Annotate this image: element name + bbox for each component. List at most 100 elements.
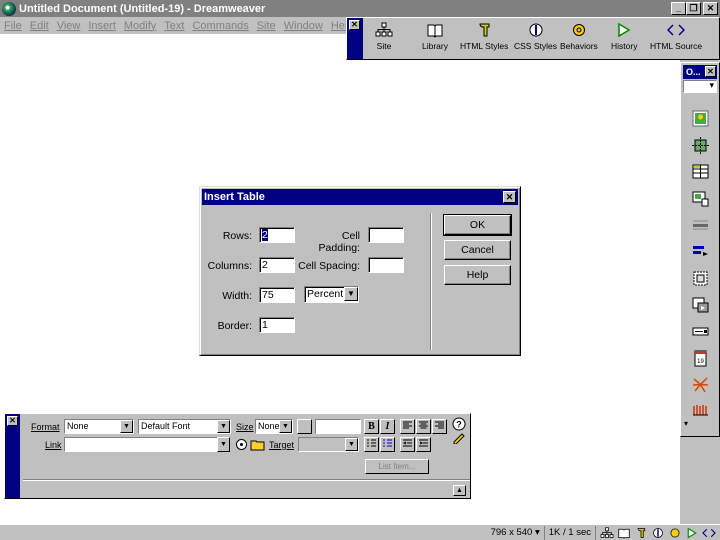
menu-commands[interactable]: Commands [188,20,252,32]
border-value: 1 [262,319,268,331]
launcher-library-button[interactable]: Library [422,22,448,56]
maximize-button[interactable]: ❐ [686,2,701,15]
ok-button[interactable]: OK [443,214,512,236]
insert-rollover-icon[interactable] [692,137,709,154]
target-select[interactable]: ▼ [298,437,359,452]
link-dropdown-button[interactable]: ▼ [217,437,230,452]
property-inspector-close-button[interactable]: ✕ [7,416,18,426]
html-source-icon[interactable] [702,527,716,539]
rows-value: 2 [262,229,268,241]
text-color-input[interactable] [315,419,361,434]
insert-form-icon[interactable] [692,323,709,340]
align-center-button[interactable] [416,419,431,434]
ordered-list-button[interactable] [380,437,395,452]
insert-fireworks-icon[interactable] [692,376,709,393]
menu-file[interactable]: File [0,20,26,32]
chevron-down-icon: ▼ [344,287,358,301]
help-icon[interactable]: ? [452,417,466,431]
chevron-down-icon: ▼ [279,420,292,433]
width-input[interactable]: 75 [259,287,295,303]
outdent-button[interactable] [400,437,415,452]
minimize-button[interactable]: _ [671,2,686,15]
window-size-display[interactable]: 796 x 540 ▾ [487,525,545,540]
launcher-handle[interactable]: ✕ [347,18,363,59]
property-inspector-handle[interactable]: ✕ [5,414,20,498]
text-color-swatch[interactable] [297,419,312,434]
menu-window[interactable]: Window [280,20,327,32]
menu-view[interactable]: View [53,20,85,32]
html-styles-icon [479,23,490,37]
launcher-palette: ✕ Site Library HTML Styles CSS Styles Be… [346,17,720,60]
svg-text:?: ? [456,420,462,430]
insert-table-dialog: Insert Table ✕ Rows: 2 Columns: 2 Width:… [199,186,521,356]
dialog-close-button[interactable]: ✕ [503,191,516,203]
insert-flash-icon[interactable] [692,296,709,313]
launcher-site-button[interactable]: Site [375,22,393,56]
menu-modify[interactable]: Modify [120,20,160,32]
dialog-title-bar[interactable]: Insert Table ✕ [202,189,518,205]
library-icon[interactable] [617,527,631,539]
list-item-button[interactable]: List Item... [365,459,429,474]
font-select[interactable]: Default Font ▼ [138,419,231,434]
columns-input[interactable]: 2 [259,257,295,273]
width-unit-value: Percent [307,288,344,300]
launcher-history-button[interactable]: History [611,22,637,56]
align-center-icon [419,421,428,429]
format-select[interactable]: None ▼ [64,419,134,434]
chevron-down-icon: ▼ [345,438,358,451]
insert-navbar-icon[interactable] [692,243,709,260]
insert-layer-icon[interactable] [692,190,709,207]
site-icon[interactable] [600,526,614,539]
point-to-file-icon[interactable] [235,438,248,451]
launcher-behaviors-button[interactable]: Behaviors [560,22,598,56]
history-icon[interactable] [685,527,699,539]
italic-button[interactable]: I [380,419,395,434]
behaviors-icon[interactable] [668,527,682,539]
html-styles-icon[interactable] [634,527,648,539]
menu-text[interactable]: Text [160,20,188,32]
size-select[interactable]: None ▼ [255,419,293,434]
cell-padding-input[interactable] [368,227,404,243]
behaviors-icon [572,24,585,36]
bold-button[interactable]: B [364,419,379,434]
border-input[interactable]: 1 [259,317,295,333]
link-input[interactable] [64,437,219,452]
quick-tag-editor-icon[interactable] [453,432,466,444]
align-left-button[interactable] [400,419,415,434]
insert-image-icon[interactable] [692,110,709,127]
target-label: Target [269,440,295,450]
objects-close-button[interactable]: ✕ [705,66,716,77]
rows-input[interactable]: 2 [259,227,295,243]
objects-category-dropdown[interactable] [683,80,717,93]
cancel-button[interactable]: Cancel [444,240,511,260]
help-button[interactable]: Help [444,265,511,285]
folder-icon[interactable] [250,438,265,451]
expand-arrow-icon[interactable]: ▲ [453,485,466,496]
cell-spacing-input[interactable] [368,257,404,273]
insert-table-icon[interactable] [692,163,709,180]
outdent-icon [402,439,412,447]
font-value: Default Font [141,421,191,431]
chevron-down-icon: ▼ [120,420,133,433]
insert-email-icon[interactable] [692,401,709,418]
objects-scroll-down-icon[interactable]: ▾ [684,419,688,428]
insert-layer-box-icon[interactable] [692,270,709,287]
width-unit-select[interactable]: Percent ▼ [304,286,359,303]
css-styles-icon[interactable] [651,527,665,539]
insert-hr-icon[interactable] [692,217,709,234]
launcher-html-styles-button[interactable]: HTML Styles [460,22,508,56]
rows-label: Rows: [222,230,252,242]
menu-insert[interactable]: Insert [84,20,120,32]
unordered-list-button[interactable] [364,437,379,452]
menu-site[interactable]: Site [253,20,280,32]
launcher-close-button[interactable]: ✕ [349,20,360,30]
launcher-html-source-button[interactable]: HTML Source [650,22,702,56]
indent-button[interactable] [416,437,431,452]
menu-edit[interactable]: Edit [26,20,53,32]
launcher-css-styles-button[interactable]: CSS Styles [514,22,557,56]
insert-date-icon[interactable]: 19 [692,350,709,367]
link-label: Link [45,440,62,450]
objects-palette-title-bar[interactable]: O... ✕ [683,65,717,79]
align-right-button[interactable] [432,419,447,434]
close-button[interactable]: ✕ [703,2,718,15]
